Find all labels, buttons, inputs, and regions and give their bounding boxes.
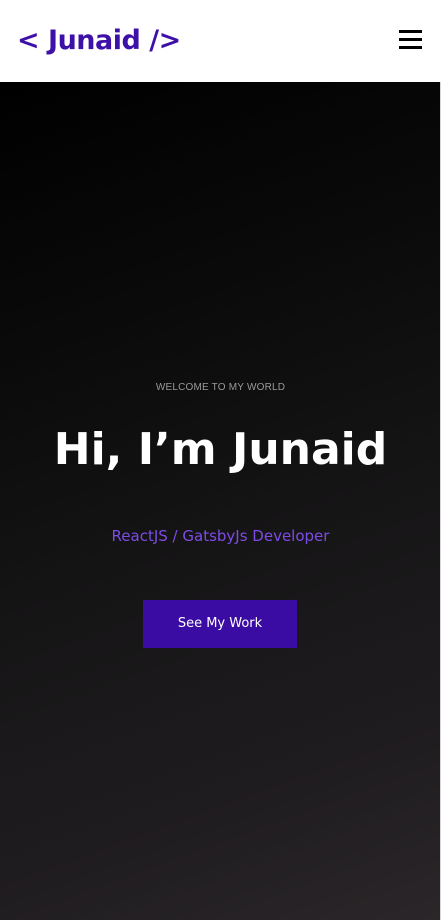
hero-subtitle: ReactJS / GatsbyJs Developer (111, 527, 330, 545)
hamburger-menu-icon[interactable] (399, 30, 423, 50)
menu-bar-bottom (399, 46, 422, 49)
hero-eyebrow: WELCOME TO MY WORLD (155, 382, 286, 393)
menu-bar-middle (399, 38, 422, 41)
site-logo[interactable]: < Junaid /> (17, 24, 181, 58)
hero-section: WELCOME TO MY WORLD Hi, I’m Junaid React… (0, 82, 441, 920)
see-my-work-button[interactable]: See My Work (143, 600, 297, 648)
menu-bar-top (399, 30, 422, 33)
hero-headline: Hi, I’m Junaid (53, 424, 388, 475)
site-header: < Junaid /> (0, 0, 441, 82)
